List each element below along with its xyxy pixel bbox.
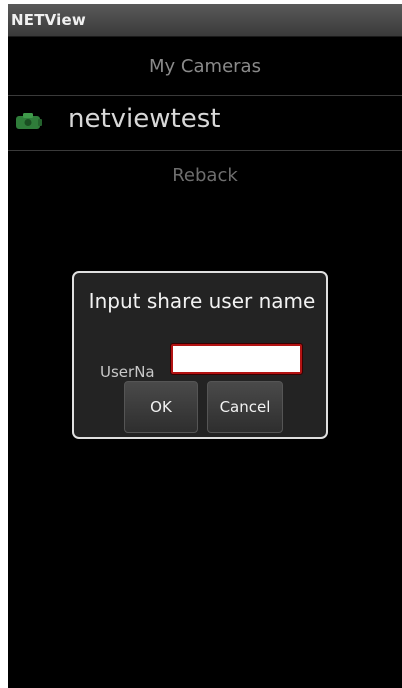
title-bar: NETView [8,4,402,37]
username-input[interactable] [170,343,303,375]
dialog-title: Input share user name [88,289,316,313]
camera-list-item[interactable]: netviewtest [8,96,402,151]
my-cameras-header: My Cameras [8,37,402,96]
cancel-button[interactable]: Cancel [207,381,283,433]
ok-button[interactable]: OK [124,381,198,433]
reback-button[interactable]: Reback [8,151,402,199]
share-user-dialog: Input share user name UserNa OK Cancel [72,271,328,439]
camera-icon [14,110,44,132]
username-label: UserNa [100,363,155,381]
camera-name: netviewtest [68,104,221,134]
app-title: NETView [11,11,86,29]
